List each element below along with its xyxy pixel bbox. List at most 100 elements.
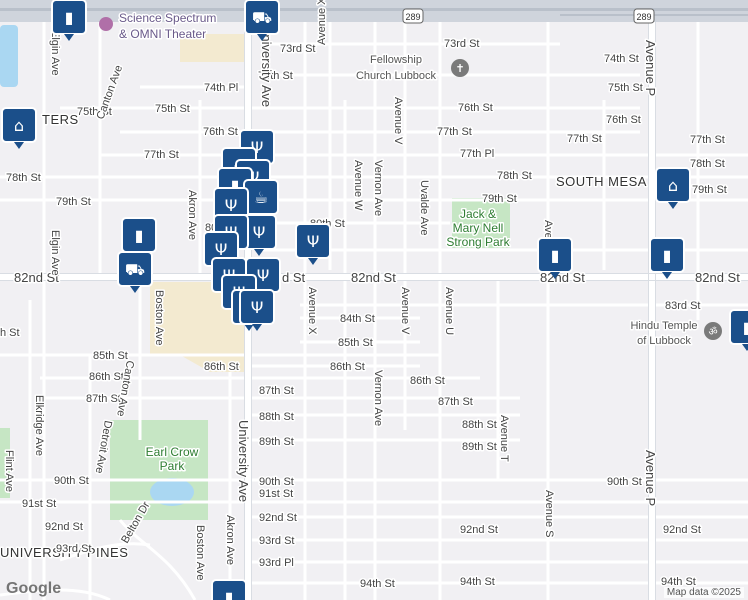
svg-text:91st St: 91st St xyxy=(259,488,293,500)
shopping-bag-icon: ▮ xyxy=(225,588,234,600)
shopping-bag-icon: ▮ xyxy=(551,246,560,265)
svg-text:75th St: 75th St xyxy=(155,103,190,115)
restaurant-icon: Ψ xyxy=(257,266,270,285)
map-canvas[interactable]: 289 289 Science Spectrum & OMNI Theater … xyxy=(0,0,748,600)
svg-text:73rd St: 73rd St xyxy=(280,43,315,55)
svg-text:92nd St: 92nd St xyxy=(663,524,701,536)
svg-text:Uvalde Ave: Uvalde Ave xyxy=(418,180,430,235)
svg-text:94th St: 94th St xyxy=(460,576,495,588)
svg-text:87th St: 87th St xyxy=(86,393,121,405)
svg-text:Avenue W: Avenue W xyxy=(352,160,364,211)
shopping-bag-icon: ▮ xyxy=(135,226,144,245)
svg-text:Hindu Temple: Hindu Temple xyxy=(630,320,697,332)
svg-text:79th St: 79th St xyxy=(56,196,91,208)
svg-text:89th St: 89th St xyxy=(259,436,294,448)
shopping-bag-icon: ▮ xyxy=(743,318,748,337)
map-marker[interactable]: ⛟ xyxy=(244,0,280,41)
south-mesa-label: SOUTH MESA xyxy=(556,174,647,189)
svg-text:82nd St: 82nd St xyxy=(695,270,740,285)
svg-text:78th St: 78th St xyxy=(690,158,725,170)
svg-text:74th Pl: 74th Pl xyxy=(204,82,238,94)
svg-text:Earl Crow: Earl Crow xyxy=(146,445,199,459)
svg-text:83rd St: 83rd St xyxy=(665,300,700,312)
svg-text:73rd St: 73rd St xyxy=(444,38,479,50)
temple-icon: ॐ xyxy=(708,326,717,338)
shopping-cart-icon: ⛟ xyxy=(252,8,272,27)
map-marker[interactable]: ▮ xyxy=(211,579,247,600)
svg-text:Park: Park xyxy=(160,459,186,473)
map-marker[interactable]: Ψ xyxy=(239,289,275,331)
svg-text:76th St: 76th St xyxy=(458,102,493,114)
svg-text:90th St: 90th St xyxy=(607,476,642,488)
svg-text:77th Pl: 77th Pl xyxy=(460,148,494,160)
map-marker[interactable]: ⌂ xyxy=(655,167,691,209)
svg-text:Elkridge Ave: Elkridge Ave xyxy=(33,395,45,456)
map-marker[interactable]: Ψ xyxy=(295,223,331,265)
svg-text:Akron Ave: Akron Ave xyxy=(224,515,236,565)
svg-text:85th St: 85th St xyxy=(93,350,128,362)
school-icon: ⌂ xyxy=(668,176,678,195)
shopping-cart-icon: ⛟ xyxy=(125,260,145,279)
svg-text:Jack &: Jack & xyxy=(460,207,496,221)
shopping-bag-icon: ▮ xyxy=(65,8,74,27)
svg-text:Strong Park: Strong Park xyxy=(446,235,510,249)
svg-text:Science Spectrum: Science Spectrum xyxy=(119,11,216,25)
svg-text:289: 289 xyxy=(405,12,420,22)
svg-text:77th St: 77th St xyxy=(437,126,472,138)
map-attribution[interactable]: Map data ©2025 xyxy=(663,587,744,598)
cafe-icon: ☕ xyxy=(254,188,268,207)
svg-text:79th St: 79th St xyxy=(482,193,517,205)
svg-text:77th St: 77th St xyxy=(144,149,179,161)
svg-text:Vernon Ave: Vernon Ave xyxy=(372,370,384,426)
map-marker[interactable]: ⛟ xyxy=(117,251,153,293)
svg-text:Avenue V: Avenue V xyxy=(399,287,411,335)
svg-text:Boston Ave: Boston Ave xyxy=(153,290,165,345)
svg-text:90th St: 90th St xyxy=(259,476,294,488)
svg-text:77th St: 77th St xyxy=(567,133,602,145)
svg-text:Avenue X: Avenue X xyxy=(306,287,318,335)
svg-text:289: 289 xyxy=(636,12,651,22)
svg-text:Avenue P: Avenue P xyxy=(643,40,658,96)
svg-text:Avenue P: Avenue P xyxy=(643,450,658,506)
svg-text:93rd St: 93rd St xyxy=(259,535,294,547)
svg-text:87th St: 87th St xyxy=(438,396,473,408)
svg-text:91st St: 91st St xyxy=(22,498,56,510)
restaurant-icon: Ψ xyxy=(251,298,264,317)
restaurant-icon: Ψ xyxy=(253,223,266,242)
svg-text:92nd St: 92nd St xyxy=(460,524,498,536)
svg-text:87th St: 87th St xyxy=(259,385,294,397)
svg-text:Avenue S: Avenue S xyxy=(543,490,555,538)
svg-text:Mary Nell: Mary Nell xyxy=(453,221,504,235)
svg-text:92nd St: 92nd St xyxy=(45,521,83,533)
svg-text:of Lubbock: of Lubbock xyxy=(637,335,691,347)
svg-text:Vernon Ave: Vernon Ave xyxy=(372,160,384,216)
restaurant-icon: Ψ xyxy=(225,196,238,215)
svg-text:88th St: 88th St xyxy=(462,419,497,431)
map-marker[interactable]: ▮ xyxy=(51,0,87,41)
svg-text:Flint Ave: Flint Ave xyxy=(3,450,15,492)
svg-text:Avenue X: Avenue X xyxy=(316,0,328,45)
svg-text:86th St: 86th St xyxy=(204,361,239,373)
svg-text:Elgin Ave: Elgin Ave xyxy=(49,30,61,76)
svg-text:90th St: 90th St xyxy=(54,475,89,487)
svg-text:78th St: 78th St xyxy=(6,172,41,184)
svg-text:Elgin Ave: Elgin Ave xyxy=(49,230,61,276)
svg-text:93rd St: 93rd St xyxy=(56,543,91,555)
lake-top-left xyxy=(0,25,18,87)
svg-text:Ave: Ave xyxy=(542,220,554,239)
svg-text:74th St: 74th St xyxy=(604,53,639,65)
svg-text:79th St: 79th St xyxy=(692,184,727,196)
svg-text:Akron Ave: Akron Ave xyxy=(186,190,198,240)
map-marker[interactable]: ▮ xyxy=(537,237,573,279)
map-marker[interactable]: ⌂ xyxy=(1,107,37,149)
svg-text:75th St: 75th St xyxy=(608,82,643,94)
church-icon: ✝ xyxy=(455,62,464,75)
svg-text:89th St: 89th St xyxy=(462,441,497,453)
svg-text:86th St: 86th St xyxy=(410,375,445,387)
google-logo[interactable]: Google xyxy=(6,580,61,598)
map-marker[interactable]: ▮ xyxy=(649,237,685,279)
svg-text:Boston Ave: Boston Ave xyxy=(194,525,206,580)
svg-text:88th St: 88th St xyxy=(259,411,294,423)
svg-text:Avenue T: Avenue T xyxy=(498,415,510,462)
svg-text:d St: d St xyxy=(282,270,306,285)
